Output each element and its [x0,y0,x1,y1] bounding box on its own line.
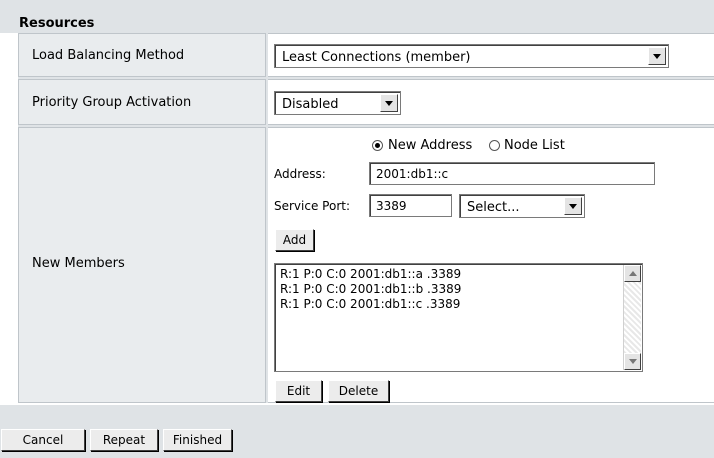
service-port-select[interactable]: Select... [459,194,585,218]
members-list: R:1 P:0 C:0 2001:db1::a .3389 R:1 P:0 C:… [275,264,642,312]
load-balancing-value-cell: Least Connections (member) [268,33,714,77]
address-input[interactable] [369,162,655,185]
finished-button[interactable]: Finished [163,429,232,451]
resources-table: Load Balancing Method Least Connections … [18,33,714,403]
chevron-down-icon[interactable] [380,94,398,112]
members-listbox[interactable]: R:1 P:0 C:0 2001:db1::a .3389 R:1 P:0 C:… [274,263,643,372]
scroll-down-icon[interactable] [624,353,641,370]
node-list-radio-label: Node List [504,138,565,153]
footer-bar: Cancel Repeat Finished [0,405,714,458]
chevron-down-icon[interactable] [648,47,666,65]
delete-button[interactable]: Delete [328,380,389,402]
address-label: Address: [274,167,326,181]
priority-group-activation-select[interactable]: Disabled [274,91,401,115]
members-scrollbar[interactable] [623,265,641,370]
priority-group-label: Priority Group Activation [32,95,192,110]
edit-button[interactable]: Edit [275,380,322,402]
scroll-up-icon[interactable] [624,265,641,282]
section-title: Resources [19,16,95,31]
new-address-radio[interactable] [372,140,383,151]
new-members-label-cell: New Members [18,127,266,403]
add-button[interactable]: Add [275,229,314,251]
service-port-input[interactable] [369,194,452,217]
new-members-value-cell: New Address Node List Address: Service P… [268,127,714,403]
node-list-radio[interactable] [489,140,500,151]
section-header: Resources [0,0,714,33]
list-item[interactable]: R:1 P:0 C:0 2001:db1::a .3389 [275,267,642,282]
service-port-select-value: Select... [467,200,520,215]
chevron-down-icon[interactable] [564,197,582,215]
load-balancing-method-select[interactable]: Least Connections (member) [274,44,669,68]
priority-group-activation-value: Disabled [282,97,339,112]
load-balancing-method-value: Least Connections (member) [282,50,471,65]
new-address-radio-label: New Address [388,138,473,153]
service-port-label: Service Port: [274,199,350,213]
priority-group-value-cell: Disabled [268,79,714,125]
cancel-button[interactable]: Cancel [1,429,85,451]
load-balancing-label-cell: Load Balancing Method [18,33,266,77]
priority-group-label-cell: Priority Group Activation [18,79,266,125]
load-balancing-label: Load Balancing Method [32,48,185,63]
new-members-label: New Members [32,256,125,271]
list-item[interactable]: R:1 P:0 C:0 2001:db1::c .3389 [275,297,642,312]
list-item[interactable]: R:1 P:0 C:0 2001:db1::b .3389 [275,282,642,297]
repeat-button[interactable]: Repeat [90,429,158,451]
